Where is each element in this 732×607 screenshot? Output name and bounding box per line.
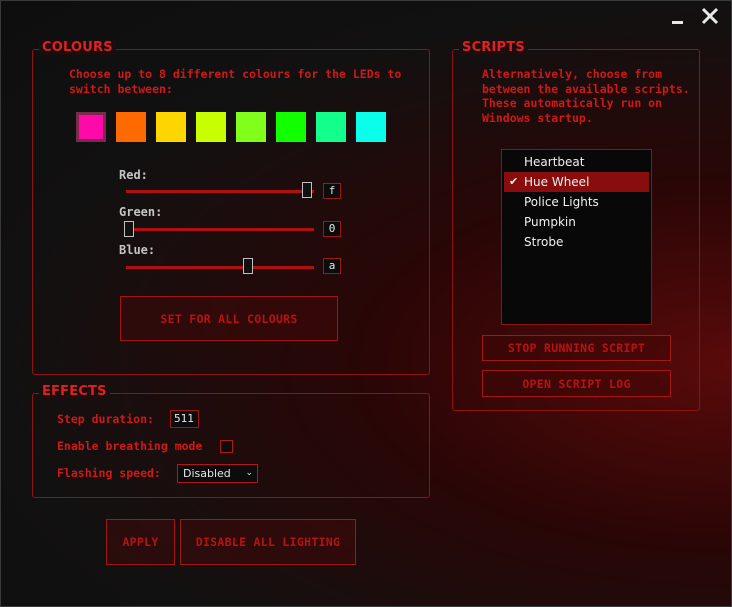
flashing-speed-select[interactable]: Disabled ⌄ [177, 464, 258, 483]
close-button[interactable] [700, 6, 722, 28]
blue-slider-thumb[interactable] [242, 258, 253, 274]
open-script-log-button[interactable]: OPEN SCRIPT LOG [482, 370, 671, 397]
colour-swatch[interactable] [196, 112, 226, 142]
minimize-icon [672, 21, 683, 24]
chevron-down-icon: ⌄ [245, 468, 253, 478]
script-list-item-label: Pumpkin [524, 215, 576, 229]
green-slider-track[interactable] [126, 228, 314, 231]
scripts-listbox[interactable]: Heartbeat ✔ Hue Wheel Police Lights Pumpkin S… [501, 149, 652, 325]
red-value[interactable]: f [323, 183, 341, 199]
stop-running-script-button[interactable]: STOP RUNNING SCRIPT [482, 335, 671, 361]
apply-button[interactable]: APPLY [106, 519, 175, 565]
blue-label: Blue: [119, 243, 156, 257]
scripts-description: Alternatively, choose from between the a… [482, 67, 690, 125]
colour-swatch[interactable] [316, 112, 346, 142]
colour-swatch[interactable] [156, 112, 186, 142]
script-list-item[interactable]: Police Lights [504, 192, 649, 212]
minimize-button[interactable] [668, 6, 690, 28]
breathing-mode-checkbox[interactable] [220, 440, 233, 453]
flashing-speed-value: Disabled [183, 467, 231, 480]
step-duration-input[interactable]: 511 [170, 410, 199, 428]
red-slider-thumb[interactable] [302, 182, 312, 198]
colour-swatch[interactable] [116, 112, 146, 142]
scripts-group: SCRIPTS Alternatively, choose from betwe… [452, 40, 700, 411]
red-slider-track[interactable] [126, 190, 314, 193]
green-label: Green: [119, 205, 163, 219]
set-for-all-colours-button[interactable]: SET FOR ALL COLOURS [120, 296, 338, 341]
blue-slider-track[interactable] [126, 266, 314, 269]
script-list-item-label: Heartbeat [524, 155, 585, 169]
colours-group: COLOURS Choose up to 8 different colours… [32, 40, 430, 375]
colour-swatch[interactable] [356, 112, 386, 142]
effects-legend: EFFECTS [39, 384, 110, 399]
colour-swatch[interactable] [76, 112, 106, 142]
script-list-item[interactable]: Strobe [504, 232, 649, 252]
red-label: Red: [119, 168, 148, 182]
flashing-speed-label: Flashing speed: [57, 466, 161, 480]
green-value[interactable]: 0 [323, 221, 341, 237]
colour-swatch[interactable] [236, 112, 266, 142]
blue-value[interactable]: a [323, 258, 341, 274]
colours-description: Choose up to 8 different colours for the… [69, 67, 402, 96]
breathing-mode-label: Enable breathing mode [57, 439, 203, 453]
disable-all-lighting-button[interactable]: DISABLE ALL LIGHTING [180, 519, 356, 565]
check-icon: ✔ [509, 175, 519, 188]
script-list-item[interactable]: ✔ Hue Wheel [504, 172, 649, 192]
colour-swatch[interactable] [276, 112, 306, 142]
scripts-legend: SCRIPTS [459, 40, 528, 55]
close-icon [701, 7, 719, 25]
step-duration-label: Step duration: [57, 412, 154, 426]
script-list-item-label: Police Lights [524, 195, 599, 209]
green-slider-thumb[interactable] [124, 221, 134, 237]
effects-group: EFFECTS Step duration: 511 Enable breath… [32, 384, 430, 498]
script-list-item[interactable]: Pumpkin [504, 212, 649, 232]
script-list-item-label: Hue Wheel [524, 175, 590, 189]
colours-legend: COLOURS [39, 40, 116, 55]
script-list-item-label: Strobe [524, 235, 564, 249]
script-list-item[interactable]: Heartbeat [504, 152, 649, 172]
